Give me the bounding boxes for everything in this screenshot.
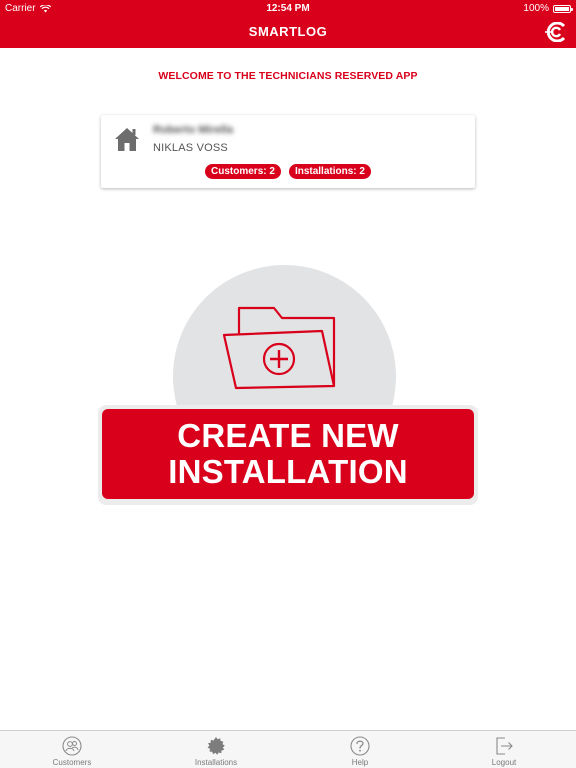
- create-installation-button[interactable]: CREATE NEW INSTALLATION: [102, 409, 474, 499]
- status-bar: Carrier 12:54 PM 100%: [0, 0, 576, 17]
- app-header: Carrier 12:54 PM 100% SMARTLOG: [0, 0, 576, 48]
- brand-logo-icon[interactable]: [544, 22, 568, 42]
- user-subname: NIKLAS VOSS: [153, 142, 228, 154]
- user-name: Roberto Mirella: [153, 124, 234, 136]
- tab-installations-label: Installations: [194, 758, 238, 767]
- user-card: Roberto Mirella NIKLAS VOSS Customers: 2…: [101, 115, 475, 188]
- tab-installations[interactable]: Installations: [144, 731, 288, 768]
- tab-customers-label: Customers: [52, 758, 92, 767]
- customers-badge-label: Customers:: [211, 166, 267, 177]
- customers-badge-count: 2: [269, 166, 275, 177]
- badge-row: Customers: 2 Installations: 2: [101, 164, 475, 179]
- battery-percent: 100%: [523, 3, 549, 14]
- tab-customers[interactable]: Customers: [0, 731, 144, 768]
- tab-logout-label: Logout: [491, 758, 517, 767]
- installations-badge-count: 2: [359, 166, 365, 177]
- welcome-text: WELCOME TO THE TECHNICIANS RESERVED APP: [158, 70, 418, 82]
- battery-icon: [553, 4, 573, 13]
- battery-fill: [555, 6, 569, 11]
- home-icon: [115, 128, 139, 151]
- installations-icon: [207, 737, 225, 755]
- tab-logout[interactable]: Logout: [432, 731, 576, 768]
- help-icon: [350, 736, 370, 756]
- customers-badge[interactable]: Customers: 2: [205, 164, 281, 179]
- folder-plus-icon: [222, 306, 336, 390]
- tab-bar: Customers Installations Help Logout: [0, 730, 576, 768]
- app-title: SMARTLOG: [248, 24, 328, 39]
- create-button-line2: INSTALLATION: [168, 453, 408, 490]
- customers-icon: [62, 736, 82, 756]
- installations-badge-label: Installations:: [294, 166, 357, 177]
- tab-help[interactable]: Help: [288, 731, 432, 768]
- logout-icon: [496, 737, 513, 755]
- create-button-line1: CREATE NEW: [177, 417, 399, 454]
- installations-badge[interactable]: Installations: 2: [288, 164, 371, 179]
- status-time: 12:54 PM: [266, 3, 310, 14]
- status-right: 100%: [523, 3, 573, 14]
- tab-help-label: Help: [351, 758, 369, 767]
